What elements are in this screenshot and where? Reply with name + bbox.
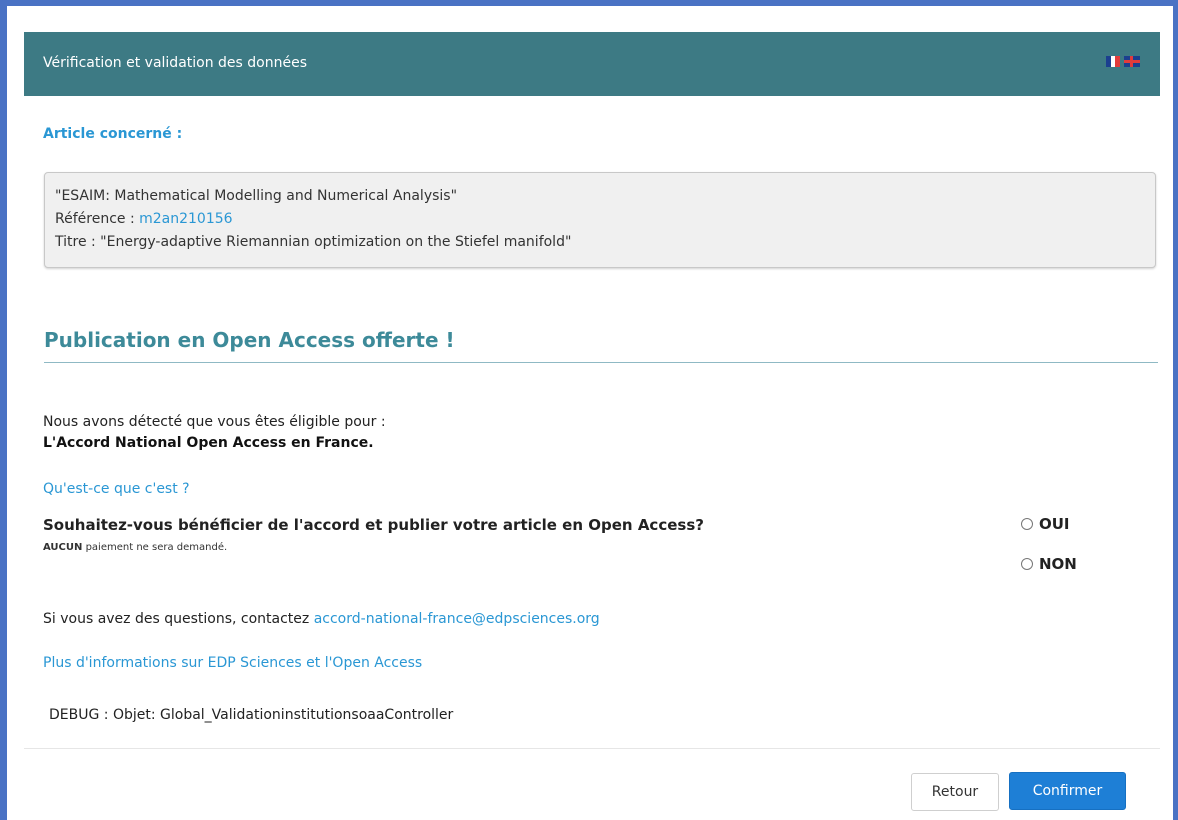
what-is-it-link[interactable]: Qu'est-ce que c'est ? — [43, 481, 190, 497]
dialog-title: Vérification et validation des données — [43, 55, 308, 71]
uk-flag-icon[interactable] — [1124, 56, 1140, 67]
article-section-label: Article concerné : — [43, 126, 183, 142]
agreement-name: L'Accord National Open Access en France. — [43, 435, 374, 451]
contact-email-link[interactable]: accord-national-france@edpsciences.org — [314, 611, 600, 627]
confirm-button[interactable]: Confirmer — [1009, 772, 1126, 810]
article-reference-label: Référence : — [55, 211, 135, 227]
article-title: Titre : "Energy-adaptive Riemannian opti… — [55, 234, 572, 250]
french-flag-icon[interactable] — [1106, 56, 1121, 67]
debug-text: DEBUG : Objet: Global_Validationinstitut… — [49, 707, 454, 723]
radio-oui[interactable]: OUI — [1021, 515, 1070, 533]
no-payment-note: AUCUN paiement ne sera demandé. — [43, 542, 227, 553]
radio-non[interactable]: NON — [1021, 555, 1077, 573]
open-access-heading: Publication en Open Access offerte ! — [44, 328, 455, 352]
window-frame-left — [0, 0, 7, 820]
radio-oui-circle[interactable] — [1021, 518, 1033, 530]
article-journal: "ESAIM: Mathematical Modelling and Numer… — [55, 188, 458, 204]
eligibility-text: Nous avons détecté que vous êtes éligibl… — [43, 412, 386, 454]
footer-divider — [24, 748, 1160, 749]
more-info-link[interactable]: Plus d'informations sur EDP Sciences et … — [43, 655, 422, 671]
no-payment-text: paiement ne sera demandé. — [85, 542, 228, 553]
section-divider — [44, 362, 1158, 363]
dialog-header: Vérification et validation des données — [24, 32, 1160, 96]
no-payment-emphasis: AUCUN — [43, 542, 83, 553]
back-button[interactable]: Retour — [911, 773, 999, 811]
contact-line: Si vous avez des questions, contactez ac… — [43, 611, 600, 627]
article-info-box: "ESAIM: Mathematical Modelling and Numer… — [44, 172, 1156, 268]
window-frame-top — [0, 0, 1178, 6]
eligibility-detected-line: Nous avons détecté que vous êtes éligibl… — [43, 414, 386, 430]
radio-non-circle[interactable] — [1021, 558, 1033, 570]
language-switcher — [1106, 56, 1140, 67]
radio-oui-label: OUI — [1039, 515, 1070, 533]
article-reference-line: Référence : m2an210156 — [55, 208, 1145, 231]
open-access-question: Souhaitez-vous bénéficier de l'accord et… — [43, 516, 704, 534]
window-frame-right — [1173, 0, 1178, 820]
radio-non-label: NON — [1039, 555, 1077, 573]
contact-prefix: Si vous avez des questions, contactez — [43, 611, 310, 627]
article-reference-link[interactable]: m2an210156 — [139, 211, 232, 227]
